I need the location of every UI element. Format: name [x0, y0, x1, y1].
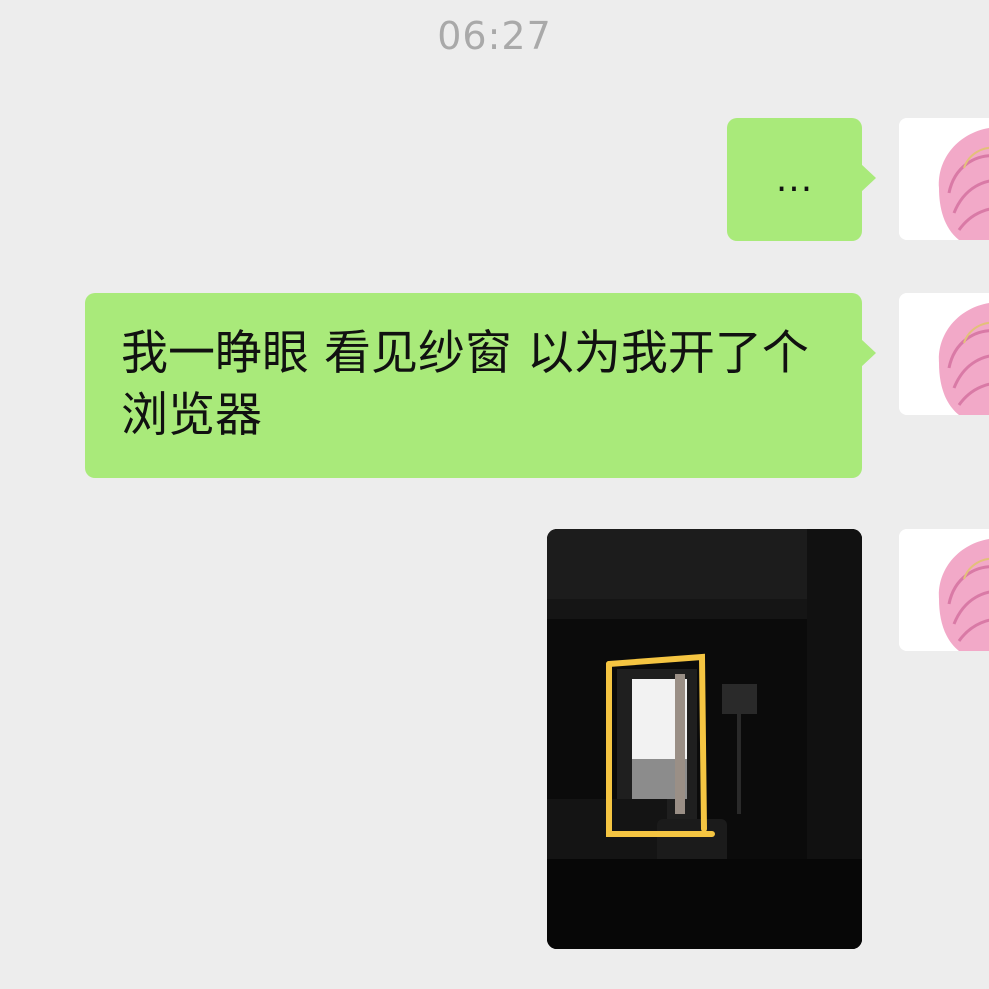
avatar[interactable]	[899, 118, 989, 240]
message-bubble-1[interactable]: ...	[727, 118, 876, 241]
avatar[interactable]	[899, 529, 989, 651]
pink-flower-avatar-icon	[899, 118, 989, 240]
message-text: 我一睁眼 看见纱窗 以为我开了个浏览器	[121, 326, 809, 443]
dark-room-window-photo-icon	[547, 529, 862, 949]
avatar[interactable]	[899, 293, 989, 415]
pink-flower-avatar-icon	[899, 529, 989, 651]
chat-screen: 06:27 ... 我一睁眼 看见纱窗 以为我开了个浏览器	[0, 0, 989, 989]
pink-flower-avatar-icon	[899, 293, 989, 415]
message-text: ...	[775, 159, 814, 200]
message-bubble-2[interactable]: 我一睁眼 看见纱窗 以为我开了个浏览器	[85, 293, 876, 478]
message-timestamp: 06:27	[437, 14, 552, 58]
image-message[interactable]	[547, 529, 862, 949]
